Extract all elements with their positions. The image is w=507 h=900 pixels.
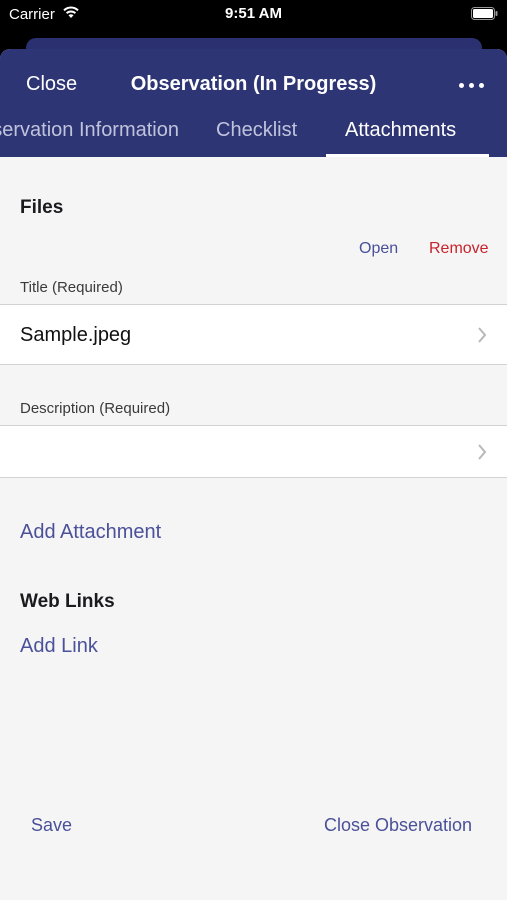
web-links-heading: Web Links bbox=[20, 591, 115, 612]
description-field-label: Description (Required) bbox=[20, 400, 171, 417]
more-icon[interactable] bbox=[459, 73, 487, 95]
tab-attachments[interactable]: Attachments bbox=[345, 119, 456, 142]
page-title: Observation (In Progress) bbox=[130, 73, 377, 95]
description-field[interactable] bbox=[0, 425, 507, 478]
add-link-button[interactable]: Add Link bbox=[20, 635, 98, 658]
tab-checklist[interactable]: Checklist bbox=[216, 119, 297, 142]
title-field[interactable]: Sample.jpeg bbox=[0, 304, 507, 365]
tab-observation-information[interactable]: Observation Information bbox=[0, 119, 179, 142]
title-field-label: Title (Required) bbox=[20, 279, 123, 296]
close-observation-button[interactable]: Close Observation bbox=[324, 815, 472, 836]
remove-button[interactable]: Remove bbox=[429, 240, 489, 258]
tab-bar: Observation Information Checklist Attach… bbox=[0, 109, 507, 157]
add-attachment-button[interactable]: Add Attachment bbox=[20, 521, 161, 544]
clock: 9:51 AM bbox=[225, 5, 282, 22]
chevron-right-icon bbox=[478, 327, 487, 343]
open-button[interactable]: Open bbox=[359, 240, 398, 258]
battery-icon bbox=[471, 7, 498, 20]
status-bar: Carrier 9:51 AM bbox=[0, 0, 507, 34]
files-heading: Files bbox=[20, 197, 64, 218]
observation-sheet: Close Observation (In Progress) Observat… bbox=[0, 49, 507, 900]
active-tab-indicator bbox=[326, 154, 489, 157]
save-button[interactable]: Save bbox=[31, 815, 72, 836]
chevron-right-icon bbox=[478, 444, 487, 460]
navigation-bar: Close Observation (In Progress) Observat… bbox=[0, 49, 507, 157]
title-field-value: Sample.jpeg bbox=[20, 324, 132, 346]
